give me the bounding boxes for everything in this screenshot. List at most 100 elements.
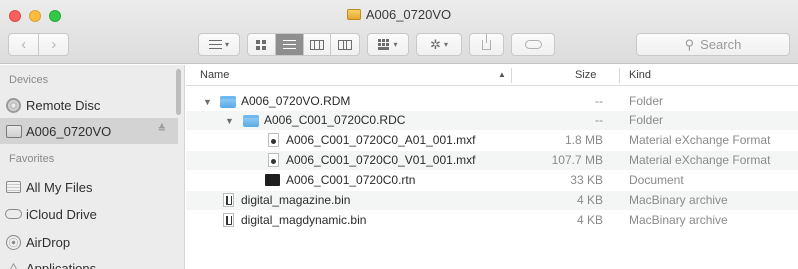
- macbinary-icon: [223, 213, 234, 227]
- file-name: A006_C001_0720C0_A01_001.mxf: [286, 133, 476, 147]
- all-my-files-icon: [6, 181, 21, 193]
- search-placeholder: Search: [700, 37, 742, 52]
- table-row[interactable]: A006_C001_0720C0.rtn 33 KB Document: [186, 171, 798, 190]
- sidebar-section-devices: Devices: [9, 74, 49, 86]
- forward-button[interactable]: ›: [38, 34, 68, 55]
- sort-ascending-icon: ▲: [498, 70, 506, 79]
- file-size: 1.8 MB: [564, 133, 603, 147]
- arrange-icon: [208, 40, 222, 49]
- icon-view-button[interactable]: [248, 34, 276, 55]
- sidebar: Devices Remote Disc A006_0720VO ≜ Favori…: [0, 65, 185, 269]
- table-row[interactable]: ▼ A006_C001_0720C0.RDC -- Folder: [186, 111, 798, 130]
- tag-button[interactable]: [511, 33, 555, 56]
- column-header-kind[interactable]: Kind: [629, 69, 651, 81]
- file-size: --: [595, 113, 603, 127]
- table-row[interactable]: A006_C001_0720C0_A01_001.mxf 1.8 MB Mate…: [186, 131, 798, 150]
- drive-icon: [5, 124, 22, 138]
- sidebar-item-remote-disc[interactable]: Remote Disc: [0, 92, 178, 118]
- sidebar-item-a006-0720vo[interactable]: A006_0720VO ≜: [0, 118, 178, 144]
- gear-icon: ✲: [430, 36, 441, 52]
- window-title-text: A006_0720VO: [365, 7, 452, 22]
- cover-flow-icon: [338, 39, 353, 50]
- sidebar-section-favorites: Favorites: [9, 153, 55, 165]
- sidebar-item-label: All My Files: [26, 179, 93, 195]
- column-header-name[interactable]: Name: [200, 69, 229, 81]
- file-kind: Material eXchange Format: [629, 133, 771, 147]
- cloud-icon: [5, 209, 22, 219]
- file-kind: Folder: [629, 94, 664, 108]
- file-name: A006_C001_0720C0_V01_001.mxf: [286, 153, 476, 167]
- file-kind: Material eXchange Format: [629, 153, 771, 167]
- window-title: A006_0720VO: [0, 7, 798, 23]
- file-name: A006_C001_0720C0.RDC: [264, 113, 406, 127]
- disclosure-triangle-icon[interactable]: ▼: [225, 116, 234, 126]
- sidebar-item-label: iCloud Drive: [26, 206, 97, 222]
- external-drive-icon: [346, 9, 361, 20]
- search-icon: ⚲: [684, 36, 695, 52]
- column-divider[interactable]: [511, 68, 512, 83]
- file-name: A006_C001_0720C0.rtn: [286, 173, 416, 187]
- applications-icon: ⨺: [7, 260, 20, 269]
- file-list: Name ▲ Size Kind ▼ A006_0720VO.RDM -- Fo…: [186, 65, 798, 269]
- file-size: 4 KB: [576, 193, 603, 207]
- document-icon: [265, 174, 280, 186]
- file-kind: MacBinary archive: [629, 193, 728, 207]
- folder-icon: [243, 115, 259, 127]
- file-size: 4 KB: [576, 213, 603, 227]
- table-row[interactable]: digital_magazine.bin 4 KB MacBinary arch…: [186, 191, 798, 210]
- disc-icon: [6, 97, 21, 113]
- sidebar-item-label: Remote Disc: [26, 97, 101, 113]
- column-view-button[interactable]: [304, 34, 332, 55]
- file-name: digital_magazine.bin: [241, 193, 351, 207]
- list-view-button[interactable]: [275, 34, 304, 55]
- column-header-size[interactable]: Size: [575, 69, 596, 81]
- column-view-icon: [309, 39, 324, 50]
- table-row[interactable]: ▼ A006_0720VO.RDM -- Folder: [186, 92, 798, 111]
- arrange-button[interactable]: ▾: [198, 33, 240, 56]
- macbinary-icon: [223, 193, 234, 207]
- eject-icon[interactable]: ≜: [158, 124, 166, 135]
- sidebar-item-airdrop[interactable]: AirDrop: [0, 229, 178, 255]
- mxf-file-icon: [268, 153, 279, 167]
- file-kind: Document: [629, 173, 684, 187]
- icon-view-icon: [256, 39, 267, 50]
- file-size: 107.7 MB: [551, 153, 603, 167]
- file-kind: Folder: [629, 113, 664, 127]
- file-name: A006_0720VO.RDM: [241, 94, 351, 108]
- back-button[interactable]: ‹: [9, 34, 38, 55]
- cover-flow-button[interactable]: [331, 34, 359, 55]
- sidebar-item-applications[interactable]: ⨺ Applications: [0, 255, 178, 269]
- group-button[interactable]: ▾: [367, 33, 409, 56]
- back-forward-group: ‹ ›: [8, 33, 69, 56]
- sidebar-item-label: Applications: [26, 260, 97, 269]
- table-row[interactable]: A006_C001_0720C0_V01_001.mxf 107.7 MB Ma…: [186, 151, 798, 170]
- share-button[interactable]: [469, 33, 504, 56]
- folder-icon: [220, 96, 236, 108]
- table-row[interactable]: digital_magdynamic.bin 4 KB MacBinary ar…: [186, 211, 798, 230]
- tag-icon: [524, 40, 542, 49]
- file-name: digital_magdynamic.bin: [241, 213, 367, 227]
- share-icon: [482, 33, 491, 50]
- sidebar-item-label: AirDrop: [26, 234, 71, 250]
- column-divider[interactable]: [619, 68, 620, 83]
- file-kind: MacBinary archive: [629, 213, 728, 227]
- back-icon: ‹: [21, 36, 27, 53]
- disclosure-triangle-icon[interactable]: ▼: [203, 97, 212, 107]
- group-icon: [378, 39, 391, 50]
- action-button[interactable]: ✲ ▾: [416, 33, 462, 56]
- view-mode-group: [247, 33, 360, 56]
- sidebar-item-icloud-drive[interactable]: iCloud Drive: [0, 201, 178, 227]
- forward-icon: ›: [51, 36, 57, 53]
- title-bar: A006_0720VO ‹ › ▾ ▾ ✲ ▾ ⚲ Search: [0, 0, 798, 64]
- file-size: --: [595, 94, 603, 108]
- sidebar-item-all-my-files[interactable]: All My Files: [0, 174, 178, 200]
- file-size: 33 KB: [570, 173, 603, 187]
- chevron-down-icon: ▾: [224, 40, 229, 49]
- chevron-down-icon: ▾: [443, 40, 448, 49]
- airdrop-icon: [6, 234, 21, 250]
- list-view-icon: [282, 40, 296, 49]
- chevron-down-icon: ▾: [393, 40, 398, 49]
- search-input[interactable]: ⚲ Search: [636, 33, 790, 56]
- list-header: Name ▲ Size Kind: [186, 65, 798, 86]
- mxf-file-icon: [268, 133, 279, 147]
